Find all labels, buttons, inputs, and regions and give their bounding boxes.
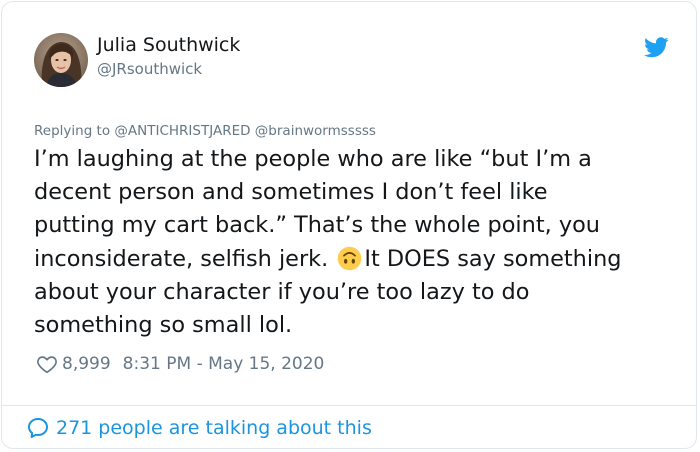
reply-mentions[interactable]: @ANTICHRISTJARED @brainwormsssss	[114, 123, 376, 139]
twitter-bird-icon[interactable]	[644, 37, 669, 58]
tweet-line: putting my cart back.” That’s the whole …	[34, 212, 600, 239]
divider	[2, 405, 696, 406]
speech-bubble-icon	[28, 418, 48, 438]
tweet-line-part: inconsiderate, selfish jerk.	[34, 245, 336, 272]
tweet-text: I’m laughing at the people who are like …	[34, 143, 684, 342]
display-name[interactable]: Julia Southwick	[97, 34, 240, 56]
avatar-photo	[34, 33, 88, 87]
replying-to: Replying to @ANTICHRISTJARED @brainworms…	[34, 123, 376, 139]
upside-down-face-emoji-icon	[338, 246, 362, 270]
replying-to-label: Replying to	[34, 123, 111, 139]
tweet-card: Julia Southwick @JRsouthwick Replying to…	[1, 1, 697, 449]
tweet-line: about your character if you’re too lazy …	[34, 278, 530, 305]
tweet-line: decent person and sometimes I don’t feel…	[34, 179, 548, 206]
tweet-meta: 8,999 8:31 PM - May 15, 2020	[36, 353, 324, 375]
tweet-line: I’m laughing at the people who are like …	[34, 146, 592, 172]
conversation-link[interactable]: 271 people are talking about this	[26, 416, 372, 440]
tweet-timestamp[interactable]: 8:31 PM - May 15, 2020	[123, 354, 325, 374]
tweet-line-part: It DOES say something	[364, 245, 622, 272]
avatar[interactable]	[34, 33, 88, 87]
like-count[interactable]: 8,999	[62, 354, 111, 374]
tweet-line: something so small lol.	[34, 312, 293, 339]
heart-icon[interactable]	[36, 353, 58, 375]
tweet-line-with-emoji: inconsiderate, selfish jerk. It DOES say…	[34, 243, 684, 276]
conversation-text[interactable]: 271 people are talking about this	[56, 417, 372, 439]
user-handle[interactable]: @JRsouthwick	[97, 60, 202, 78]
